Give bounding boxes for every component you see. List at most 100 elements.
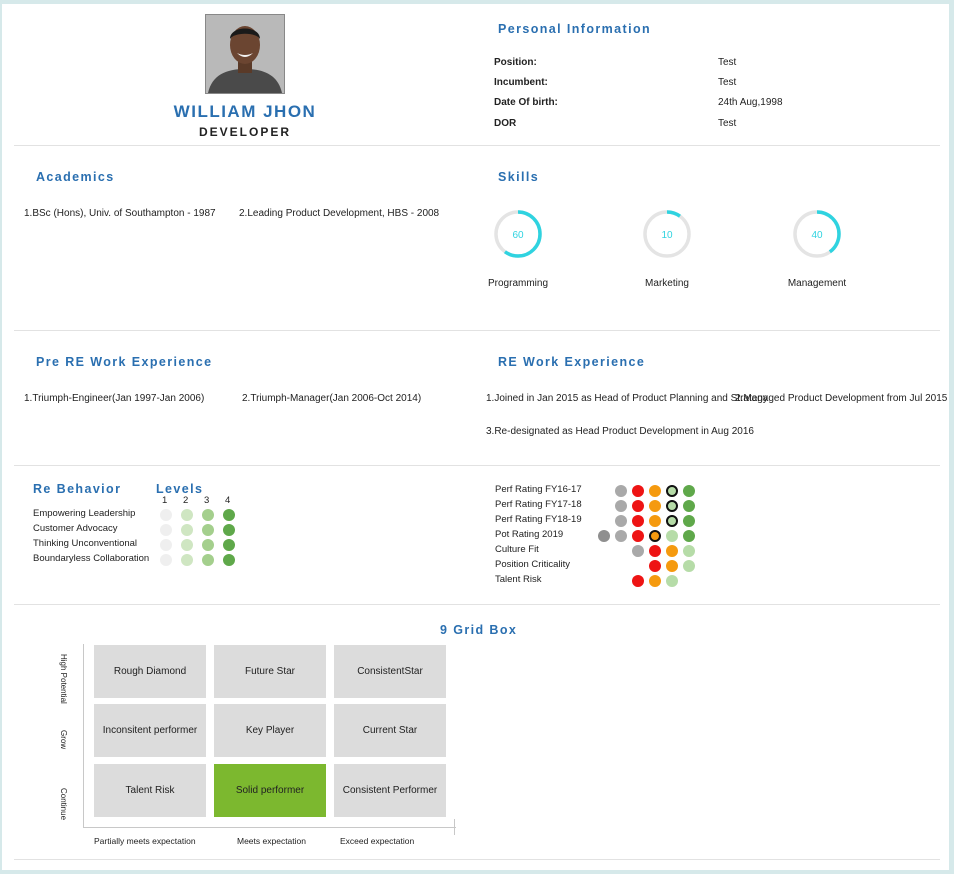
personal-info-value: Test xyxy=(718,118,737,129)
nine-grid-title: 9 Grid Box xyxy=(440,623,518,637)
level-dot xyxy=(202,509,214,521)
divider xyxy=(14,859,940,860)
rating-dot-selected xyxy=(666,485,678,497)
skills-title: Skills xyxy=(498,170,540,184)
behavior-label: Customer Advocacy xyxy=(33,523,118,534)
rating-dot xyxy=(683,530,695,542)
skill-gauge-value: 60 xyxy=(512,230,524,241)
rating-label: Perf Rating FY17-18 xyxy=(495,499,582,510)
re-work-title: RE Work Experience xyxy=(498,355,646,369)
level-number: 3 xyxy=(204,495,210,506)
level-dot xyxy=(160,554,172,566)
level-dot xyxy=(223,524,235,536)
rating-dot xyxy=(683,500,695,512)
grid-cell: ConsistentStar xyxy=(334,645,446,698)
grid-cell: Talent Risk xyxy=(94,764,206,817)
rating-dot xyxy=(632,485,644,497)
rating-dot xyxy=(649,500,661,512)
divider xyxy=(14,604,940,605)
rating-dot xyxy=(632,500,644,512)
level-dot xyxy=(223,539,235,551)
grid-cell: Future Star xyxy=(214,645,326,698)
rating-dot xyxy=(598,530,610,542)
skill-gauge-value: 10 xyxy=(661,230,673,241)
personal-info-value: Test xyxy=(718,57,737,68)
level-number: 2 xyxy=(183,495,189,506)
personal-info-label: Date Of birth: xyxy=(494,97,558,108)
rating-dot xyxy=(615,485,627,497)
rating-dot xyxy=(666,560,678,572)
level-dot xyxy=(160,539,172,551)
grid-x-label: Partially meets expectation xyxy=(94,836,196,846)
rating-dot xyxy=(649,560,661,572)
academics-title: Academics xyxy=(36,170,115,184)
personal-info-title: Personal Information xyxy=(498,22,652,36)
level-dot xyxy=(160,524,172,536)
level-dot xyxy=(223,554,235,566)
grid-x-label: Meets expectation xyxy=(237,836,306,846)
level-dot xyxy=(181,554,193,566)
grid-x-label: Exceed expectation xyxy=(340,836,415,846)
grid-y-label: High Potential xyxy=(59,654,68,704)
re-work-item: 3.Re-designated as Head Product Developm… xyxy=(486,426,754,437)
divider xyxy=(14,330,940,331)
profile-photo xyxy=(205,14,285,94)
rating-dot xyxy=(632,545,644,557)
grid-cell: Solid performer xyxy=(214,764,326,817)
rating-label: Culture Fit xyxy=(495,544,539,555)
rating-dot xyxy=(683,515,695,527)
level-dot xyxy=(181,524,193,536)
divider xyxy=(14,145,940,146)
personal-info-value: Test xyxy=(718,77,737,88)
pre-re-work-item: 1.Triumph-Engineer(Jan 1997-Jan 2006) xyxy=(24,393,205,404)
rating-dot xyxy=(649,545,661,557)
rating-dot-selected xyxy=(666,500,678,512)
profile-name: WILLIAM JHON xyxy=(173,102,317,121)
grid-cell: Inconsitent performer xyxy=(94,704,206,757)
rating-dot xyxy=(666,575,678,587)
rating-dot xyxy=(683,560,695,572)
rating-dot xyxy=(649,515,661,527)
grid-y-axis xyxy=(83,644,84,828)
rating-dot xyxy=(615,500,627,512)
grid-cell: Key Player xyxy=(214,704,326,757)
skill-gauge: 10 xyxy=(643,210,691,258)
rating-label: Position Criticality xyxy=(495,559,570,570)
personal-info-label: Position: xyxy=(494,57,537,68)
level-number: 1 xyxy=(162,495,168,506)
grid-cell: Current Star xyxy=(334,704,446,757)
skill-gauge: 40 xyxy=(793,210,841,258)
profile-page: WILLIAM JHON DEVELOPER Personal Informat… xyxy=(2,4,949,870)
rating-dot xyxy=(666,545,678,557)
behavior-label: Empowering Leadership xyxy=(33,508,136,519)
level-dot xyxy=(202,524,214,536)
academics-item: 2.Leading Product Development, HBS - 200… xyxy=(239,208,440,219)
rating-dot xyxy=(683,485,695,497)
level-dot xyxy=(160,509,172,521)
grid-y-label: Continue xyxy=(59,788,68,821)
rating-dot xyxy=(615,530,627,542)
rating-dot-selected xyxy=(666,515,678,527)
skill-label: Marketing xyxy=(645,278,689,289)
grid-cell: Rough Diamond xyxy=(94,645,206,698)
grid-x-axis-end xyxy=(454,819,455,835)
grid-x-axis xyxy=(83,827,456,828)
rating-label: Pot Rating 2019 xyxy=(495,529,564,540)
skill-gauge-value: 40 xyxy=(811,230,823,241)
profile-role: DEVELOPER xyxy=(198,125,291,139)
level-dot xyxy=(181,539,193,551)
level-dot xyxy=(181,509,193,521)
academics-item: 1.BSc (Hons), Univ. of Southampton - 198… xyxy=(24,208,216,219)
rating-dot xyxy=(649,485,661,497)
grid-y-label: Grow xyxy=(59,730,68,750)
pre-re-work-title: Pre RE Work Experience xyxy=(36,355,213,369)
level-dot xyxy=(202,539,214,551)
behavior-title: Re Behavior xyxy=(33,482,122,496)
rating-label: Perf Rating FY18-19 xyxy=(495,514,582,525)
skill-label: Management xyxy=(787,278,847,289)
rating-dot xyxy=(615,515,627,527)
personal-info-value: 24th Aug,1998 xyxy=(718,97,783,108)
personal-info-label: DOR xyxy=(494,118,517,129)
rating-dot xyxy=(649,575,661,587)
skill-gauge: 60 xyxy=(494,210,542,258)
